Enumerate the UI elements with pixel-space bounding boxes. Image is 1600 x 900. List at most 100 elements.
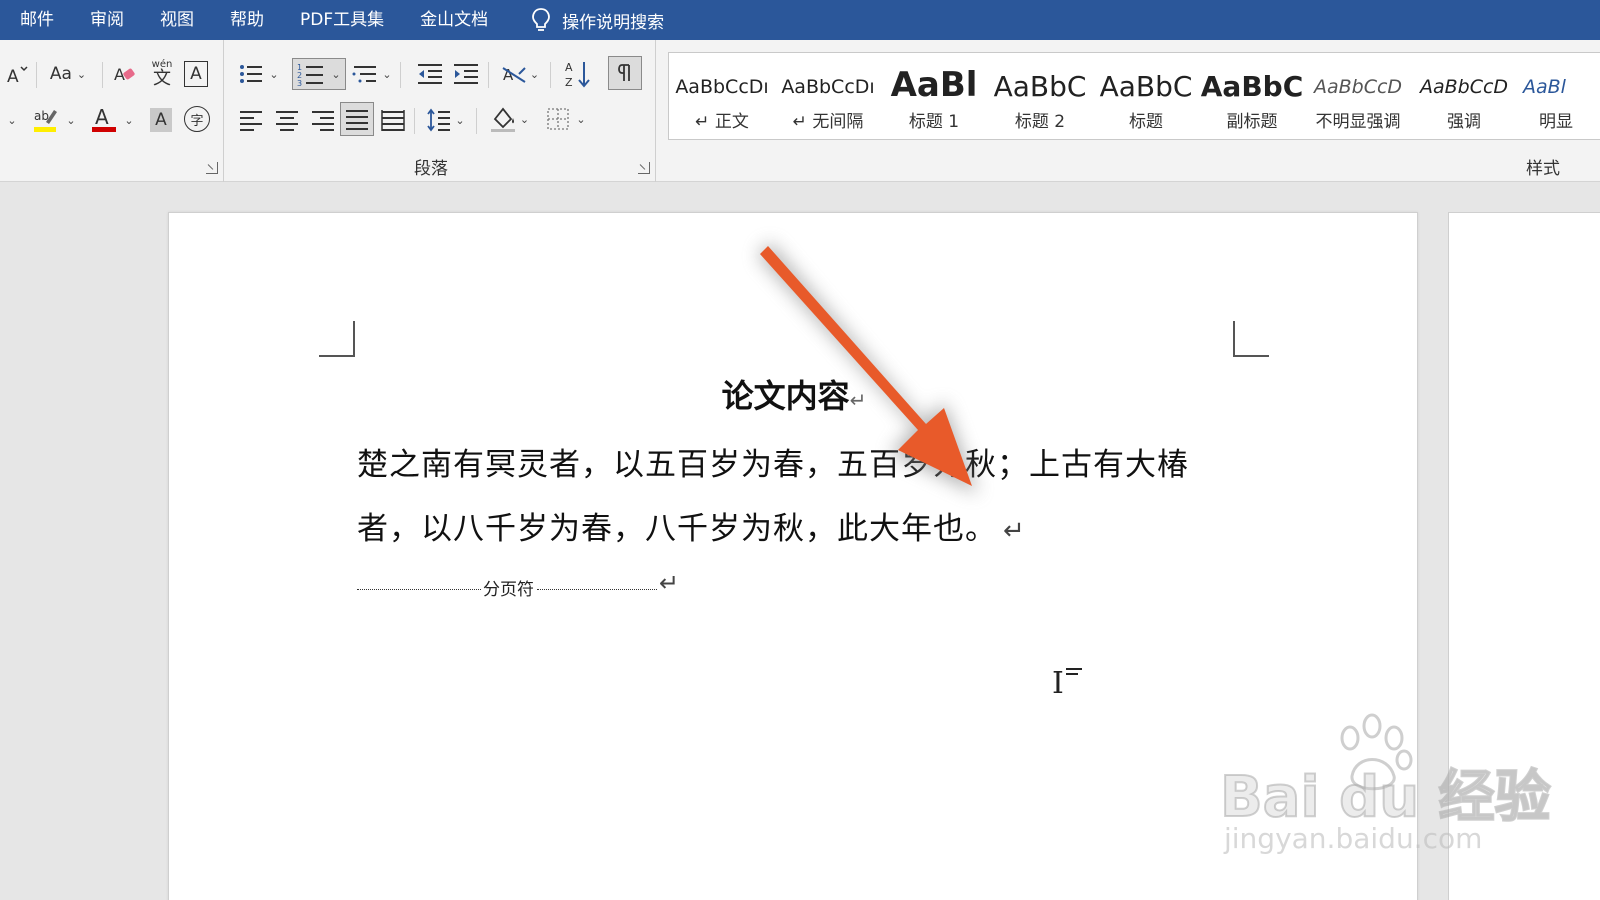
phonetic-guide-button[interactable]: wén 文	[148, 58, 176, 90]
chevron-down-icon: ⌄	[519, 112, 530, 126]
borders-icon	[547, 108, 570, 130]
tell-me-search[interactable]: 操作说明搜索	[506, 7, 664, 33]
paint-bucket-icon	[490, 107, 515, 132]
numbered-list-icon: 1 2 3	[297, 63, 324, 87]
font-dialog-launcher-icon[interactable]	[206, 162, 218, 174]
bullet-list-icon	[240, 65, 262, 83]
style-heading-1[interactable]: AaBl 标题 1	[881, 53, 987, 141]
style-emphasis[interactable]: AaBbCcD 强调	[1411, 53, 1517, 141]
style-sample: AaBbCcD	[1419, 76, 1509, 98]
font-group: A Aa ⌄ A wén 文 A ⌄ ab ⌄ A ⌄ A 字	[0, 40, 224, 182]
page-break-label: 分页符	[481, 575, 536, 600]
character-border-button[interactable]: A	[184, 61, 208, 87]
decrease-indent-icon	[418, 64, 442, 84]
style-subtle-emphasis[interactable]: AaBbCcD 不明显强调	[1305, 53, 1411, 141]
eraser-icon: A	[114, 65, 135, 84]
style-intense-emphasis[interactable]: AaBl 明显	[1517, 53, 1600, 141]
clear-formatting-button[interactable]: A	[112, 60, 138, 88]
change-case-button[interactable]: Aa ⌄	[44, 62, 92, 86]
chevron-down-icon[interactable]: ⌄	[268, 66, 280, 82]
style-heading-2[interactable]: AaBbC 标题 2	[987, 53, 1093, 141]
style-subtitle[interactable]: AaBbC 副标题	[1199, 53, 1305, 141]
chevron-down-icon[interactable]: ⌄	[122, 110, 136, 130]
tell-me-label: 操作说明搜索	[562, 12, 665, 33]
align-left-button[interactable]	[238, 106, 264, 134]
menu-review[interactable]: 审阅	[72, 0, 142, 40]
change-case-label: Aa	[49, 64, 72, 84]
page-break-dotted-line	[537, 589, 657, 590]
watermark-url: jingyan.baidu.com	[1224, 822, 1483, 855]
chinese-layout-icon: A	[502, 66, 526, 84]
paragraph-mark: ↵	[1003, 516, 1026, 546]
numbering-button[interactable]: 1 2 3 ⌄	[292, 58, 346, 90]
shrink-font-button[interactable]: A	[6, 62, 28, 86]
shrink-font-icon: A	[7, 66, 28, 86]
line-spacing-button[interactable]: ⌄	[424, 106, 468, 134]
sort-button[interactable]: A Z	[564, 58, 592, 90]
chevron-down-icon: ⌄	[529, 67, 540, 81]
highlight-color-button[interactable]: ab	[32, 104, 60, 134]
paragraph-mark: ↵	[849, 388, 867, 412]
style-name: 明显	[1539, 112, 1573, 132]
chevron-down-icon: ⌄	[455, 113, 465, 127]
style-normal[interactable]: AaBbCcDı ↵ 正文	[669, 53, 775, 141]
distributed-icon	[381, 110, 405, 131]
svg-text:A: A	[565, 61, 573, 74]
pinyin-char: 文	[153, 68, 171, 89]
decrease-indent-button[interactable]	[416, 60, 444, 88]
bullets-button[interactable]	[238, 60, 264, 88]
align-center-button[interactable]	[274, 106, 300, 134]
body-text-line-2[interactable]: 者，以八千岁为春，八千岁为秋，此大年也。 ↵	[357, 503, 1026, 548]
align-right-icon	[312, 111, 334, 131]
click-and-type-icon	[1066, 668, 1082, 680]
chevron-down-icon[interactable]: ⌄	[4, 110, 20, 130]
styles-gallery: AaBbCcDı ↵ 正文 AaBbCcDı ↵ 无间隔 AaBl 标题 1 A…	[668, 52, 1600, 140]
show-formatting-marks-button[interactable]	[608, 56, 642, 90]
style-name: ↵ 正文	[695, 112, 749, 132]
style-sample: AaBbCcD	[1313, 76, 1403, 98]
crop-mark-top-left	[319, 321, 355, 357]
style-no-spacing[interactable]: AaBbCcDı ↵ 无间隔	[775, 53, 881, 141]
style-title[interactable]: AaBbC 标题	[1093, 53, 1199, 141]
paragraph-dialog-launcher-icon[interactable]	[638, 162, 650, 174]
paragraph-mark: ↵	[659, 569, 680, 597]
menu-kingsoft-docs[interactable]: 金山文档	[402, 0, 506, 40]
svg-text:A: A	[7, 67, 19, 86]
line-spacing-icon	[427, 108, 451, 132]
text-cursor-icon: I	[1052, 666, 1064, 701]
menu-help[interactable]: 帮助	[212, 0, 282, 40]
svg-text:3: 3	[297, 79, 302, 87]
style-sample: AaBbC	[1200, 69, 1304, 103]
crop-mark-top-right	[1233, 321, 1269, 357]
distributed-button[interactable]	[380, 106, 406, 134]
paragraph-group-label: 段落	[414, 159, 448, 179]
menu-pdf-tools[interactable]: PDF工具集	[282, 0, 402, 40]
styles-group: AaBbCcDı ↵ 正文 AaBbCcDı ↵ 无间隔 AaBl 标题 1 A…	[660, 40, 1600, 182]
style-sample: AaBbC	[1099, 69, 1193, 103]
menu-view[interactable]: 视图	[142, 0, 212, 40]
enclose-characters-button[interactable]: 字	[184, 106, 210, 132]
style-name: ↵ 无间隔	[792, 112, 864, 132]
multilevel-list-button[interactable]: ⌄	[352, 60, 392, 88]
chinese-layout-button[interactable]: A ⌄	[498, 60, 542, 88]
borders-button[interactable]: ⌄	[544, 104, 588, 134]
body-text-line-2-text: 者，以八千岁为春，八千岁为秋，此大年也。	[357, 511, 997, 547]
baidu-watermark: Bai du 经验 jingyan.baidu.com	[1219, 712, 1552, 862]
align-right-button[interactable]	[310, 106, 336, 134]
character-shading-button[interactable]: A	[150, 108, 172, 132]
shading-button[interactable]: ⌄	[486, 104, 532, 134]
lightbulb-icon	[532, 8, 551, 31]
document-title[interactable]: 论文内容↵	[169, 371, 1419, 417]
chevron-down-icon: ⌄	[576, 112, 586, 126]
font-color-button[interactable]: A	[90, 104, 118, 134]
menu-mailings[interactable]: 邮件	[0, 0, 72, 40]
increase-indent-button[interactable]	[452, 60, 480, 88]
page-break-marker[interactable]: 分页符 ↵	[357, 569, 679, 601]
justify-button[interactable]	[340, 102, 374, 136]
chevron-down-icon: ⌄	[76, 67, 87, 81]
highlighter-icon: ab	[34, 109, 57, 132]
increase-indent-icon	[454, 64, 478, 84]
body-text-line-1[interactable]: 楚之南有冥灵者，以五百岁为春，五百岁为秋；上古有大椿	[357, 439, 1189, 484]
svg-text:A: A	[95, 105, 109, 129]
chevron-down-icon[interactable]: ⌄	[64, 110, 78, 130]
